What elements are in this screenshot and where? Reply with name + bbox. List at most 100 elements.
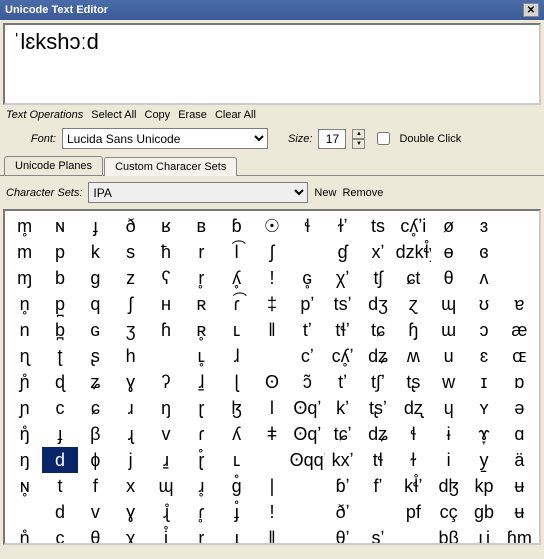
char-cell[interactable]: ʟ̥ — [184, 343, 219, 369]
char-cell[interactable]: ɫ — [396, 447, 431, 473]
char-cell[interactable]: ɹ — [113, 395, 148, 421]
char-cell[interactable]: d — [42, 447, 77, 473]
char-cell[interactable]: p̪ — [42, 291, 77, 317]
char-cell[interactable]: ʃ — [113, 291, 148, 317]
char-cell[interactable]: ç — [42, 525, 77, 545]
char-cell[interactable]: ɟ — [78, 213, 113, 239]
char-cell[interactable]: ɒ — [502, 369, 537, 395]
char-cell[interactable]: ʑ — [78, 369, 113, 395]
char-cell[interactable] — [502, 239, 537, 265]
char-cell[interactable]: ɾ — [184, 421, 219, 447]
char-cell[interactable]: ʘqʼ — [290, 421, 325, 447]
remove-button[interactable]: Remove — [342, 187, 383, 199]
char-cell[interactable]: ɴ — [42, 213, 77, 239]
char-cell[interactable]: ‡ — [254, 291, 289, 317]
char-cell[interactable]: ʀ̥ — [184, 317, 219, 343]
char-cell[interactable]: χ — [113, 525, 148, 545]
char-cell[interactable]: v — [78, 499, 113, 525]
erase-button[interactable]: Erase — [178, 109, 207, 121]
char-cell[interactable]: ɽ — [184, 395, 219, 421]
char-cell[interactable]: i — [431, 447, 466, 473]
char-cell[interactable]: ʔ — [148, 369, 183, 395]
char-cell[interactable]: ð — [113, 213, 148, 239]
char-cell[interactable]: ʟ — [219, 317, 254, 343]
char-cell[interactable]: ʀ — [184, 291, 219, 317]
char-cell[interactable]: ɾ͡ — [219, 291, 254, 317]
char-cell[interactable]: θ — [431, 265, 466, 291]
char-cell[interactable]: ʂ — [78, 343, 113, 369]
char-cell[interactable]: ɫʼ — [325, 213, 360, 239]
char-cell[interactable]: ʘqqʼ — [290, 447, 325, 473]
char-cell[interactable]: æ — [502, 317, 537, 343]
char-cell[interactable]: ɡ — [78, 265, 113, 291]
char-cell[interactable]: ʒ — [113, 317, 148, 343]
char-cell[interactable] — [396, 525, 431, 545]
char-cell[interactable]: ɢ — [78, 317, 113, 343]
char-cell[interactable]: ɳ̊ — [7, 525, 42, 545]
char-cell[interactable]: ɺ̠ — [184, 369, 219, 395]
char-cell[interactable]: ɟ̊ — [219, 499, 254, 525]
char-cell[interactable]: tɬʼ — [325, 317, 360, 343]
char-cell[interactable]: | — [254, 473, 289, 499]
char-cell[interactable]: tɕ — [360, 317, 395, 343]
char-cell[interactable]: ʘ — [254, 369, 289, 395]
char-cell[interactable] — [290, 473, 325, 499]
char-cell[interactable]: ʍ — [396, 343, 431, 369]
char-cell[interactable]: ɞ — [466, 239, 501, 265]
char-cell[interactable]: tʼ — [290, 317, 325, 343]
char-cell[interactable]: ŋ — [148, 395, 183, 421]
char-cell[interactable]: ɓ — [219, 213, 254, 239]
char-cell[interactable] — [254, 343, 289, 369]
char-cell[interactable]: ɰ — [431, 291, 466, 317]
char-cell[interactable]: dʑ — [360, 343, 395, 369]
char-cell[interactable] — [502, 213, 537, 239]
char-cell[interactable]: j — [113, 447, 148, 473]
char-cell[interactable]: ɱ — [7, 265, 42, 291]
char-cell[interactable]: ɬ — [396, 421, 431, 447]
char-cell[interactable]: b̪ — [42, 317, 77, 343]
size-input[interactable] — [318, 129, 346, 149]
close-icon[interactable]: ✕ — [523, 3, 539, 17]
char-cell[interactable] — [360, 499, 395, 525]
char-cell[interactable]: ɡ̊ — [219, 473, 254, 499]
char-cell[interactable]: ǀ — [254, 395, 289, 421]
char-cell[interactable]: sʼ — [360, 525, 395, 545]
char-cell[interactable]: ɑ — [502, 421, 537, 447]
char-cell[interactable]: dzkɬ̊y — [396, 239, 431, 265]
char-cell[interactable]: s — [113, 239, 148, 265]
new-button[interactable]: New — [314, 187, 336, 199]
char-cell[interactable]: tʼ — [325, 369, 360, 395]
char-cell[interactable]: ɮ — [219, 395, 254, 421]
char-cell[interactable]: ʈ — [42, 343, 77, 369]
char-cell[interactable]: ɢ̥ — [290, 265, 325, 291]
char-cell[interactable]: ə — [502, 395, 537, 421]
char-cell[interactable]: ɣ — [113, 369, 148, 395]
char-cell[interactable]: kʼ — [325, 395, 360, 421]
char-cell[interactable]: ɟʝ — [466, 525, 501, 545]
char-cell[interactable]: w — [431, 369, 466, 395]
char-cell[interactable]: n — [7, 317, 42, 343]
char-cell[interactable]: ʎ — [219, 421, 254, 447]
char-cell[interactable]: ðʼ — [325, 499, 360, 525]
char-cell[interactable]: ʎ̥ — [219, 265, 254, 291]
char-cell[interactable]: ʉ — [502, 499, 537, 525]
char-cell[interactable]: ɴ̥ — [7, 473, 42, 499]
char-cell[interactable]: ɔ̃ — [290, 369, 325, 395]
char-cell[interactable]: ɭ — [219, 369, 254, 395]
char-cell[interactable]: kp — [466, 473, 501, 499]
char-cell[interactable]: ɦ — [148, 317, 183, 343]
char-cell[interactable] — [502, 265, 537, 291]
char-cell[interactable]: m — [7, 239, 42, 265]
char-cell[interactable]: dʑ — [360, 421, 395, 447]
char-cell[interactable]: y̠ — [466, 447, 501, 473]
char-cell[interactable]: ɾ̥ — [184, 499, 219, 525]
char-cell[interactable]: n̥ — [7, 291, 42, 317]
char-cell[interactable]: ɡb — [466, 499, 501, 525]
char-cell[interactable]: χʼ — [325, 265, 360, 291]
size-up-button[interactable]: ▲ — [352, 129, 365, 139]
char-cell[interactable]: xʼ — [360, 239, 395, 265]
char-cell[interactable]: ʙ — [184, 213, 219, 239]
char-cell[interactable]: ǂ — [254, 421, 289, 447]
font-select[interactable]: Lucida Sans Unicode — [62, 128, 268, 149]
char-cell[interactable]: r — [184, 239, 219, 265]
